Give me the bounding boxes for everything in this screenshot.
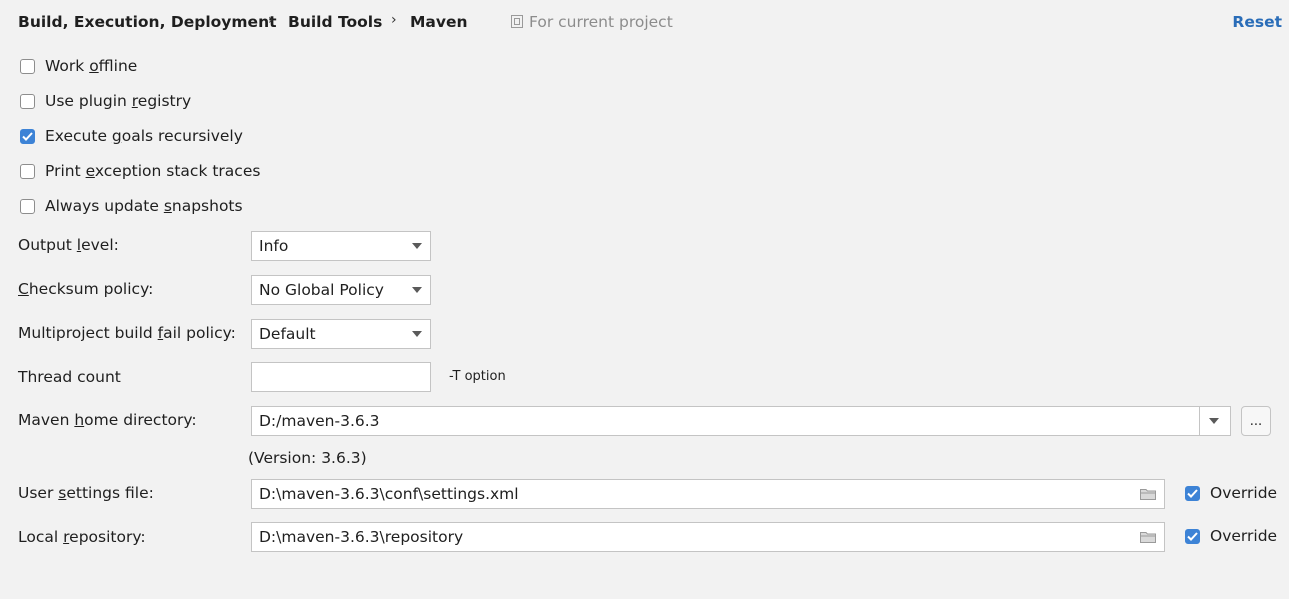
maven-home-value: D:/maven-3.6.3 xyxy=(259,412,380,430)
execute-goals-recursively-label: Execute goals recursively xyxy=(45,127,243,145)
scope-indicator: For current project xyxy=(511,13,673,31)
output-level-value: Info xyxy=(259,237,289,255)
local-repository-override-row[interactable]: Override xyxy=(1185,525,1277,547)
breadcrumb-item-build-tools[interactable]: Build Tools xyxy=(288,13,382,31)
breadcrumb-item-build-execution-deployment[interactable]: Build, Execution, Deployment xyxy=(18,13,277,31)
user-settings-label: User settings file: xyxy=(18,484,154,502)
breadcrumb-separator: › xyxy=(391,12,397,28)
chevron-down-icon[interactable] xyxy=(1199,407,1230,435)
user-settings-value: D:\maven-3.6.3\conf\settings.xml xyxy=(259,485,519,503)
maven-home-combo[interactable]: D:/maven-3.6.3 xyxy=(251,406,1231,436)
print-exception-stack-traces-checkbox[interactable] xyxy=(20,163,35,179)
execute-goals-recursively-checkbox-row[interactable]: Execute goals recursively xyxy=(20,125,243,147)
maven-home-label: Maven home directory: xyxy=(18,411,197,429)
execute-goals-recursively-checkbox[interactable] xyxy=(20,128,35,144)
user-settings-override-row[interactable]: Override xyxy=(1185,482,1277,504)
maven-version-text: (Version: 3.6.3) xyxy=(248,449,367,467)
local-repository-label: Local repository: xyxy=(18,528,146,546)
work-offline-checkbox-row[interactable]: Work offline xyxy=(20,55,137,77)
breadcrumb-item-maven: Maven xyxy=(410,13,468,31)
chevron-down-icon xyxy=(412,243,422,249)
fail-policy-label: Multiproject build fail policy: xyxy=(18,324,236,342)
print-exception-stack-traces-label: Print exception stack traces xyxy=(45,162,261,180)
copy-icon xyxy=(511,15,523,28)
checksum-policy-value: No Global Policy xyxy=(259,281,384,299)
scope-label: For current project xyxy=(529,13,673,31)
folder-icon[interactable] xyxy=(1140,531,1156,543)
output-level-select[interactable]: Info xyxy=(251,231,431,261)
folder-icon[interactable] xyxy=(1140,488,1156,500)
breadcrumb: Build, Execution, Deployment › Build Too… xyxy=(18,12,1282,38)
fail-policy-value: Default xyxy=(259,325,316,343)
chevron-down-icon xyxy=(412,287,422,293)
use-plugin-registry-checkbox[interactable] xyxy=(20,93,35,109)
thread-count-label: Thread count xyxy=(18,368,121,386)
work-offline-checkbox[interactable] xyxy=(20,58,35,74)
thread-count-hint: -T option xyxy=(449,369,506,384)
local-repository-value: D:\maven-3.6.3\repository xyxy=(259,528,464,546)
print-exception-stack-traces-checkbox-row[interactable]: Print exception stack traces xyxy=(20,160,260,182)
user-settings-override-checkbox[interactable] xyxy=(1185,485,1200,501)
checksum-policy-label: Checksum policy: xyxy=(18,280,154,298)
chevron-down-icon xyxy=(412,331,422,337)
always-update-snapshots-checkbox-row[interactable]: Always update snapshots xyxy=(20,195,243,217)
breadcrumb-separator: › xyxy=(268,12,274,28)
always-update-snapshots-label: Always update snapshots xyxy=(45,197,243,215)
use-plugin-registry-checkbox-row[interactable]: Use plugin registry xyxy=(20,90,191,112)
use-plugin-registry-label: Use plugin registry xyxy=(45,92,192,110)
work-offline-label: Work offline xyxy=(45,57,138,75)
user-settings-override-label: Override xyxy=(1210,484,1278,502)
output-level-label: Output level: xyxy=(18,236,119,254)
browse-maven-home-button[interactable]: ... xyxy=(1241,406,1271,436)
local-repository-override-label: Override xyxy=(1210,527,1278,545)
thread-count-input[interactable] xyxy=(251,362,431,392)
reset-link[interactable]: Reset xyxy=(1232,13,1282,31)
local-repository-field[interactable]: D:\maven-3.6.3\repository xyxy=(251,522,1165,552)
always-update-snapshots-checkbox[interactable] xyxy=(20,198,35,214)
fail-policy-select[interactable]: Default xyxy=(251,319,431,349)
user-settings-field[interactable]: D:\maven-3.6.3\conf\settings.xml xyxy=(251,479,1165,509)
local-repository-override-checkbox[interactable] xyxy=(1185,528,1200,544)
checksum-policy-select[interactable]: No Global Policy xyxy=(251,275,431,305)
